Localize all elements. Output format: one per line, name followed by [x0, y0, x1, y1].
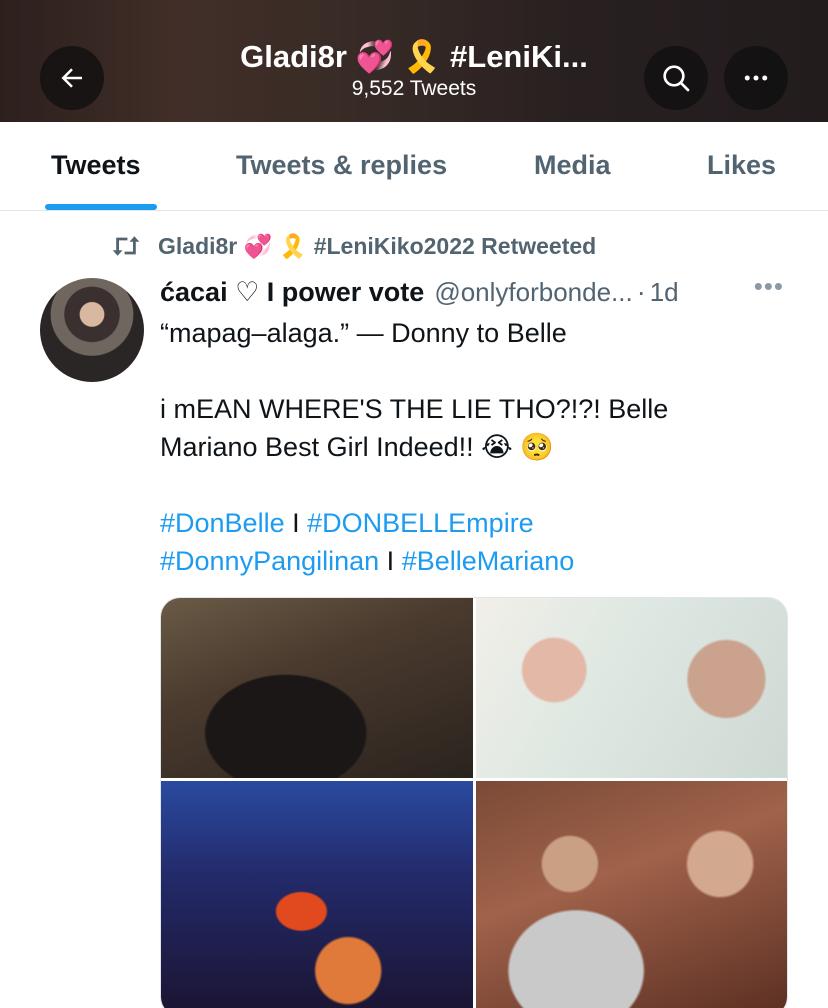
tweet-count: 9,552 Tweets [351, 77, 477, 100]
tab-tweets-and-replies[interactable]: Tweets & replies [236, 150, 447, 181]
arrow-left-icon [61, 68, 82, 88]
retweet-icon [112, 236, 140, 256]
tweet-line: i mEAN WHERE'S THE LIE THO?!?! Belle [160, 394, 669, 424]
retweet-context[interactable]: Gladi8r 💞 🎗️ #LeniKiko2022 Retweeted [108, 232, 596, 260]
tab-tweets[interactable]: Tweets [51, 150, 141, 181]
more-horizontal-icon [744, 75, 768, 81]
hashtag-link[interactable]: #DonnyPangilinan [160, 546, 379, 576]
hashtag-separator: I [379, 546, 402, 576]
hashtag-separator: I [284, 508, 308, 538]
media-image[interactable] [476, 598, 787, 778]
tweet-more-button[interactable]: ••• [754, 271, 784, 302]
back-button[interactable] [40, 46, 104, 110]
tab-media[interactable]: Media [534, 150, 611, 181]
profile-header: Gladi8r 💞 🎗️ #LeniKi... 9,552 Tweets [0, 0, 828, 122]
hashtag-line: #DonBelle I #DONBELLEmpire [160, 504, 800, 542]
hashtag-line: #DonnyPangilinan I #BelleMariano [160, 542, 800, 580]
media-image[interactable] [476, 781, 787, 1008]
more-options-button[interactable] [724, 46, 788, 110]
tweet-time[interactable]: 1d [650, 277, 679, 308]
hashtag-link[interactable]: #DONBELLEmpire [307, 508, 534, 538]
tweet-line: Mariano Best Girl Indeed!! 😭 🥺 [160, 432, 554, 462]
active-tab-indicator [45, 204, 157, 210]
tweet-body: “mapag–alaga.” — Donny to Belle i mEAN W… [160, 314, 800, 580]
separator-dot: · [636, 277, 646, 307]
tweet-header: ćacai ♡ I power vote @onlyforbonde... · … [160, 271, 788, 308]
hashtag-link[interactable]: #DonBelle [160, 508, 285, 538]
media-image[interactable] [161, 598, 473, 778]
avatar[interactable] [40, 278, 144, 382]
tab-likes[interactable]: Likes [707, 150, 776, 181]
hashtag-link[interactable]: #BelleMariano [402, 546, 575, 576]
author-handle[interactable]: @onlyforbonde... [434, 277, 632, 308]
profile-tabs: Tweets Tweets & replies Media Likes [0, 122, 828, 211]
search-button[interactable] [644, 46, 708, 110]
search-icon [663, 65, 690, 92]
media-image[interactable] [161, 781, 473, 1008]
tweet-media-grid [160, 597, 788, 1008]
author-name[interactable]: ćacai ♡ I power vote [160, 277, 424, 308]
tweet-line: “mapag–alaga.” — Donny to Belle [160, 318, 567, 348]
profile-display-name: Gladi8r 💞 🎗️ #LeniKi... [240, 39, 588, 74]
retweet-context-label: Gladi8r 💞 🎗️ #LeniKiko2022 Retweeted [158, 232, 597, 259]
